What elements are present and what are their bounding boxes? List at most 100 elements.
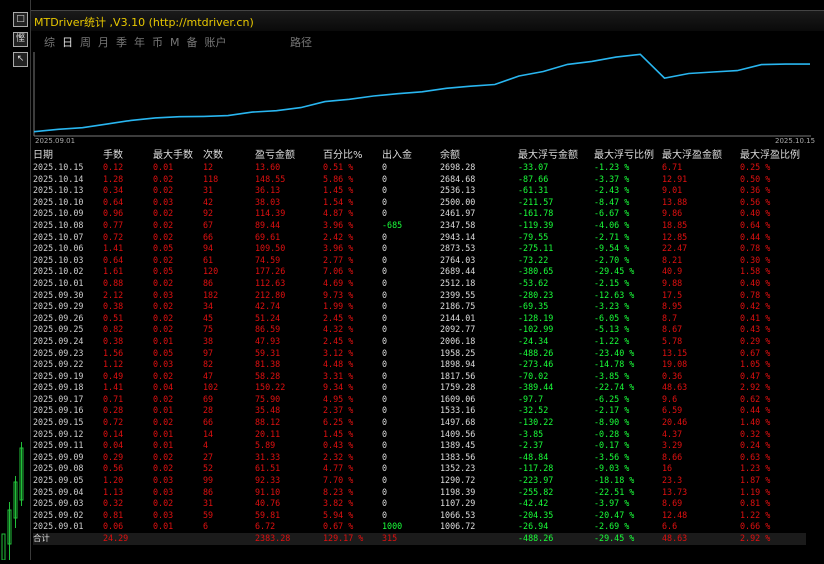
tab-account[interactable]: 账户: [205, 34, 227, 50]
table-row[interactable]: 2025.09.09 0.29 0.02 27 31.33 2.32 % 0 1383.56 -…: [33, 452, 806, 464]
table-row[interactable]: 2025.09.23 1.56 0.05 97 59.31 3.12 % 0 1958.25 -…: [33, 348, 806, 360]
tab-day[interactable]: 日: [62, 34, 73, 50]
table-cell: 1.28: [103, 173, 124, 184]
table-row[interactable]: 2025.09.30 2.12 0.03 182 212.80 9.73 % 0 2399.5…: [33, 290, 806, 302]
table-row[interactable]: 2025.09.16 0.28 0.01 28 35.48 2.37 % 0 1533.16 -…: [33, 405, 806, 417]
table-row[interactable]: 2025.09.01 0.06 0.01 6 6.72 0.67 % 1000 1006.72…: [33, 521, 806, 533]
table-cell: 61.51: [255, 463, 281, 474]
table-row[interactable]: 2025.10.02 1.61 0.05 120 177.26 7.06 % 0 2689.4…: [33, 266, 806, 278]
table-row[interactable]: 2025.09.19 0.49 0.02 47 58.28 3.31 % 0 1817.56 -…: [33, 371, 806, 383]
table-row[interactable]: 2025.09.26 0.51 0.02 45 51.24 2.45 % 0 2144.01 -…: [33, 313, 806, 325]
table-cell: 6: [203, 521, 209, 532]
table-cell: 40.9: [662, 266, 683, 277]
table-row[interactable]: 2025.10.15 0.12 0.01 12 13.60 0.51 % 0 2698.28 -…: [33, 162, 806, 174]
table-row[interactable]: 2025.09.03 0.32 0.02 31 40.76 3.82 % 0 1107.29 -…: [33, 498, 806, 510]
table-cell: 1898.94: [440, 359, 476, 370]
table-cell: 66: [203, 417, 214, 428]
table-row[interactable]: 2025.10.13 0.34 0.02 31 36.13 1.45 % 0 2536.13 -…: [33, 185, 806, 197]
table-cell: 0.72: [103, 417, 124, 428]
col-count[interactable]: 次数: [203, 149, 255, 162]
table-row[interactable]: 2025.10.09 0.96 0.02 92 114.39 4.87 % 0 2461.97…: [33, 208, 806, 220]
col-max-float-profit[interactable]: 最大浮盈金额: [662, 149, 740, 162]
table-cell: 0.34: [103, 185, 124, 196]
table-row[interactable]: 2025.09.02 0.81 0.03 59 59.81 5.94 % 0 1066.53 -…: [33, 510, 806, 522]
tab-quarter[interactable]: 季: [116, 34, 127, 50]
table-cell: 86.59: [255, 324, 281, 335]
chinese-char-icon[interactable]: 慳: [13, 32, 28, 47]
table-row[interactable]: 2025.10.01 0.88 0.02 86 112.63 4.69 % 0 2512.18…: [33, 278, 806, 290]
col-max-float-loss[interactable]: 最大浮亏金额: [518, 149, 594, 162]
table-cell: 19.08: [662, 359, 688, 370]
daily-stats-table: 日期 手数 最大手数 次数 盈亏金额 百分比% 出入金 余额 最大浮亏金额 最大…: [33, 149, 806, 545]
table-row[interactable]: 2025.10.10 0.64 0.03 42 38.03 1.54 % 0 2500.00 -…: [33, 197, 806, 209]
table-row[interactable]: 2025.09.15 0.72 0.02 66 88.12 6.25 % 0 1497.68 -…: [33, 417, 806, 429]
table-row[interactable]: 2025.10.08 0.77 0.02 67 89.44 3.96 % -685 2347.…: [33, 220, 806, 232]
table-row[interactable]: 2025.09.17 0.71 0.02 69 75.90 4.95 % 0 1609.06 -…: [33, 394, 806, 406]
table-row[interactable]: 2025.10.03 0.64 0.02 61 74.59 2.77 % 0 2764.03 -…: [33, 255, 806, 267]
table-row[interactable]: 2025.09.25 0.82 0.02 75 86.59 4.32 % 0 2092.77 -…: [33, 324, 806, 336]
table-row[interactable]: 2025.10.14 1.28 0.02 118 148.55 5.86 % 0 2684.6…: [33, 174, 806, 186]
tab-magic[interactable]: M: [170, 36, 180, 49]
table-row[interactable]: 2025.09.11 0.04 0.01 4 5.89 0.43 % 0 1389.45 -2.…: [33, 440, 806, 452]
table-row[interactable]: 2025.09.22 1.12 0.03 82 81.38 4.48 % 0 1898.94 -…: [33, 359, 806, 371]
table-cell: 0: [382, 312, 388, 323]
table-cell: 2025.10.10: [33, 196, 84, 207]
table-cell: 0: [382, 162, 388, 172]
table-row[interactable]: 2025.09.12 0.14 0.01 14 20.11 1.45 % 0 1409.56 -…: [33, 429, 806, 441]
table-cell: 0.64 %: [740, 219, 771, 230]
table-cell: -9.54 %: [594, 243, 630, 254]
window-menu-icon[interactable]: □: [13, 12, 28, 27]
table-cell: 0: [382, 359, 388, 370]
table-cell: -1.23 %: [594, 162, 630, 172]
col-percent[interactable]: 百分比%: [323, 149, 382, 162]
table-row[interactable]: 2025.09.08 0.56 0.02 52 61.51 4.77 % 0 1352.23 -…: [33, 463, 806, 475]
col-max-lots[interactable]: 最大手数: [153, 149, 203, 162]
table-cell: -53.62: [518, 277, 549, 288]
tab-note[interactable]: 备: [187, 34, 198, 50]
table-cell: 118: [203, 173, 219, 184]
table-cell: 0.29: [103, 451, 124, 462]
tab-month[interactable]: 月: [98, 34, 109, 50]
table-cell: 4: [203, 440, 209, 451]
total-cell: 129.17 %: [323, 533, 382, 545]
table-cell: 6.25 %: [323, 417, 354, 428]
col-deposit[interactable]: 出入金: [382, 149, 440, 162]
tab-currency[interactable]: 币: [152, 34, 163, 50]
equity-chart: [33, 52, 811, 140]
table-cell: 9.88: [662, 277, 683, 288]
col-balance[interactable]: 余额: [440, 149, 518, 162]
tab-path[interactable]: 路径: [290, 34, 312, 50]
tab-summary[interactable]: 综: [44, 34, 55, 50]
table-row[interactable]: 2025.09.18 1.41 0.04 102 150.22 9.34 % 0 1759.2…: [33, 382, 806, 394]
table-row[interactable]: 2025.10.07 0.72 0.02 66 69.61 2.42 % 0 2943.14 -…: [33, 232, 806, 244]
table-row[interactable]: 2025.09.24 0.38 0.01 38 47.93 2.45 % 0 2006.18 -…: [33, 336, 806, 348]
table-cell: 0.02: [153, 277, 174, 288]
table-cell: -2.70 %: [594, 254, 630, 265]
table-cell: 0: [382, 405, 388, 416]
col-date[interactable]: 日期: [33, 149, 103, 162]
table-row[interactable]: 2025.09.29 0.38 0.02 34 42.74 1.99 % 0 2186.75 -…: [33, 301, 806, 313]
table-cell: 4.48 %: [323, 359, 354, 370]
table-cell: 47.93: [255, 335, 281, 346]
col-max-float-profit-pct[interactable]: 最大浮盈比例: [740, 149, 806, 162]
table-cell: 51.24: [255, 312, 281, 323]
table-cell: 0.03: [153, 196, 174, 207]
col-profit[interactable]: 盈亏金额: [255, 149, 323, 162]
table-cell: 0.02: [153, 254, 174, 265]
table-row[interactable]: 2025.09.04 1.13 0.03 86 91.10 8.23 % 0 1198.39 -…: [33, 487, 806, 499]
table-row[interactable]: 2025.10.06 1.41 0.05 94 109.50 3.96 % 0 2873.53…: [33, 243, 806, 255]
table-cell: -3.56 %: [594, 451, 630, 462]
table-cell: 2025.09.23: [33, 347, 84, 358]
table-cell: 0: [382, 451, 388, 462]
table-cell: 2873.53: [440, 243, 476, 254]
table-cell: -6.25 %: [594, 393, 630, 404]
table-cell: 102: [203, 382, 219, 393]
tab-week[interactable]: 周: [80, 34, 91, 50]
col-lots[interactable]: 手数: [103, 149, 153, 162]
table-cell: 47: [203, 370, 214, 381]
table-cell: 1290.72: [440, 475, 476, 486]
tab-year[interactable]: 年: [134, 34, 145, 50]
pointer-icon[interactable]: ↖: [13, 52, 28, 67]
col-max-float-loss-pct[interactable]: 最大浮亏比例: [594, 149, 662, 162]
table-row[interactable]: 2025.09.05 1.20 0.03 99 92.33 7.70 % 0 1290.72 -…: [33, 475, 806, 487]
